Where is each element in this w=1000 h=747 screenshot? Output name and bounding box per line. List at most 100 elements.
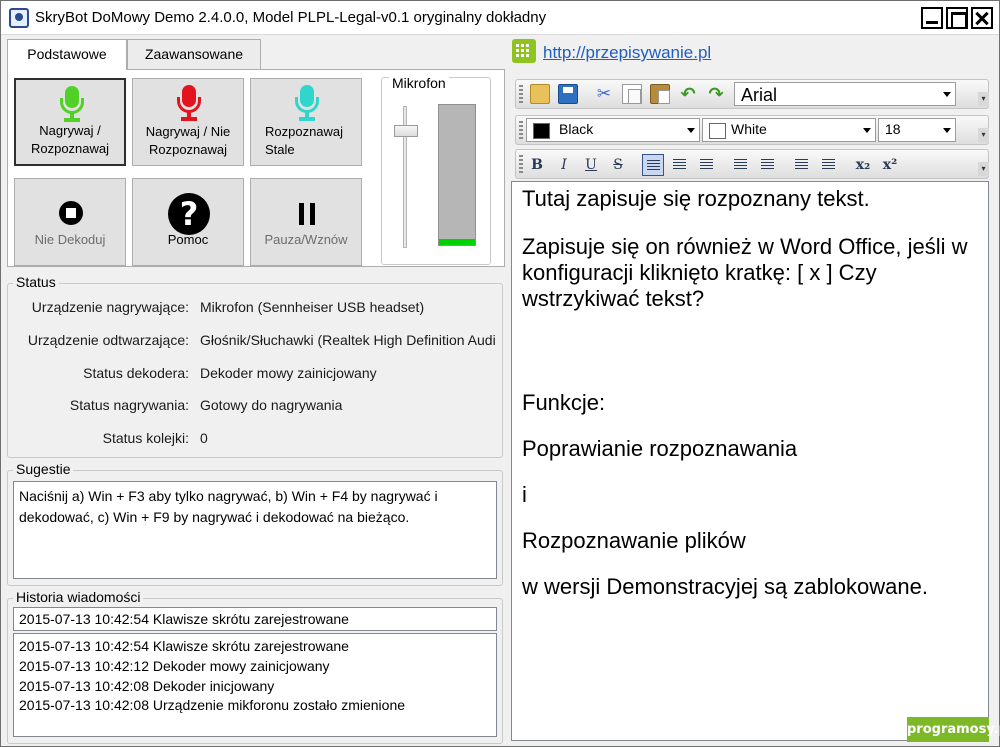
- watermark-badge: programosy.pl: [907, 717, 1000, 742]
- record-recognize-button[interactable]: Nagrywaj / Rozpoznawaj: [14, 78, 126, 166]
- bullet-list-icon: [734, 159, 747, 170]
- open-icon[interactable]: [530, 84, 550, 104]
- align-right-button[interactable]: [696, 154, 718, 176]
- website-icon: [512, 39, 536, 63]
- strikethrough-button[interactable]: S: [607, 154, 629, 176]
- playback-device-label: Urządzenie odtwarzające:: [27, 332, 189, 348]
- toolbar-overflow-icon[interactable]: ▾: [978, 162, 989, 176]
- recording-device-value: Mikrofon (Sennheiser USB headset): [200, 299, 425, 315]
- list-item[interactable]: 2015-07-13 10:42:54 Klawisze skrótu zare…: [19, 637, 491, 657]
- status-group-title: Status: [13, 274, 59, 290]
- history-latest-field[interactable]: 2015-07-13 10:42:54 Klawisze skrótu zare…: [13, 607, 497, 631]
- recognized-text-editor[interactable]: Tutaj zapisuje się rozpoznany tekst. Zap…: [511, 181, 989, 741]
- record-no-recognize-button[interactable]: Nagrywaj / Nie Rozpoznawaj: [132, 78, 244, 166]
- cut-icon[interactable]: ✂: [594, 84, 614, 104]
- save-icon[interactable]: [558, 84, 578, 104]
- chevron-down-icon: [943, 128, 951, 133]
- toolbar-grip[interactable]: [519, 121, 523, 141]
- decoder-status-value: Dekoder mowy zainicjowany: [200, 365, 377, 381]
- align-center-button[interactable]: [669, 154, 691, 176]
- recognize-continuous-button[interactable]: Rozpoznawaj Stale: [250, 78, 362, 166]
- pause-resume-label: Pauza/Wznów: [264, 232, 348, 247]
- suggestions-group-title: Sugestie: [13, 461, 74, 477]
- maximize-button[interactable]: [946, 7, 968, 29]
- toolbar-grip[interactable]: [519, 85, 523, 105]
- history-list[interactable]: 2015-07-13 10:42:54 Klawisze skrótu zare…: [13, 633, 497, 737]
- chevron-down-icon: [943, 92, 951, 97]
- numbered-list-button[interactable]: [757, 154, 779, 176]
- toolbar-edit: ✂ ↶ ↷ Arial ▾: [515, 79, 989, 109]
- editor-paragraph: [522, 334, 978, 360]
- minimize-button[interactable]: [921, 7, 943, 29]
- toolbar-format: B I U S x₂ x² ▾: [515, 149, 989, 179]
- indent-icon: [822, 159, 835, 170]
- list-item[interactable]: 2015-07-13 10:42:08 Urządzenie mikforonu…: [19, 696, 491, 716]
- chevron-down-icon: [687, 128, 695, 133]
- microphone-level-meter: [438, 104, 476, 246]
- italic-button[interactable]: I: [553, 154, 575, 176]
- back-color-select[interactable]: White: [702, 118, 876, 142]
- paste-icon[interactable]: [650, 84, 670, 104]
- fore-color-select[interactable]: Black: [526, 118, 700, 142]
- superscript-button[interactable]: x²: [879, 154, 901, 176]
- suggestions-text: Naciśnij a) Win + F3 aby tylko nagrywać,…: [13, 481, 497, 579]
- toolbar-grip[interactable]: [519, 155, 523, 175]
- recognize-continuous-label: Rozpoznawaj Stale: [265, 124, 344, 157]
- help-label: Pomoc: [167, 232, 209, 247]
- help-button[interactable]: ? Pomoc: [132, 178, 244, 266]
- chevron-down-icon: [863, 128, 871, 133]
- queue-status-value: 0: [200, 430, 208, 446]
- close-button[interactable]: [971, 7, 993, 29]
- editor-paragraph: Funkcje:: [522, 390, 606, 415]
- window-title: SkryBot DoMowy Demo 2.4.0.0, Model PLPL-…: [35, 9, 547, 26]
- align-left-button[interactable]: [642, 154, 664, 176]
- pause-resume-button[interactable]: Pauza/Wznów: [250, 178, 362, 266]
- decrease-indent-button[interactable]: [791, 154, 813, 176]
- title-bar: SkryBot DoMowy Demo 2.4.0.0, Model PLPL-…: [1, 1, 999, 35]
- subscript-button[interactable]: x₂: [852, 154, 874, 176]
- help-icon: ?: [168, 193, 210, 235]
- font-size-select[interactable]: 18: [878, 118, 956, 142]
- record-recognize-label: Nagrywaj / Rozpoznawaj: [30, 123, 110, 156]
- fore-color-value: Black: [559, 121, 594, 137]
- toolbar-overflow-icon[interactable]: ▾: [978, 128, 989, 142]
- no-decode-label: Nie Dekoduj: [34, 232, 106, 247]
- back-color-value: White: [731, 121, 767, 137]
- list-item[interactable]: 2015-07-13 10:42:08 Dekoder inicjowany: [19, 677, 491, 697]
- microphone-group-title: Mikrofon: [389, 75, 449, 91]
- toolbar-overflow-icon[interactable]: ▾: [978, 92, 989, 106]
- undo-icon[interactable]: ↶: [678, 84, 698, 104]
- no-decode-button[interactable]: Nie Dekoduj: [14, 178, 126, 266]
- align-center-icon: [673, 159, 686, 170]
- tab-zaawansowane[interactable]: Zaawansowane: [127, 39, 261, 69]
- stop-icon: [59, 201, 83, 225]
- redo-icon[interactable]: ↷: [706, 84, 726, 104]
- back-color-swatch: [709, 123, 726, 139]
- bold-button[interactable]: B: [526, 154, 548, 176]
- tab-podstawowe[interactable]: Podstawowe: [7, 39, 127, 70]
- recording-device-label: Urządzenie nagrywające:: [31, 299, 189, 315]
- editor-paragraph: w wersji Demonstracyjej są zablokowane.: [522, 574, 928, 599]
- recording-status-label: Status nagrywania:: [69, 397, 189, 413]
- numbered-list-icon: [761, 159, 774, 170]
- fore-color-swatch: [533, 123, 550, 139]
- recording-status-value: Gotowy do nagrywania: [200, 397, 343, 413]
- underline-button[interactable]: U: [580, 154, 602, 176]
- microphone-volume-thumb[interactable]: [394, 125, 418, 137]
- editor-paragraph: Poprawianie rozpoznawania: [522, 436, 798, 461]
- list-item[interactable]: 2015-07-13 10:42:12 Dekoder mowy zainicj…: [19, 657, 491, 677]
- editor-paragraph: Tutaj zapisuje się rozpoznany tekst.: [522, 186, 870, 211]
- bullet-list-button[interactable]: [730, 154, 752, 176]
- editor-paragraph: Rozpoznawanie plików: [522, 528, 746, 553]
- playback-device-value: Głośnik/Słuchawki (Realtek High Definiti…: [200, 332, 496, 348]
- app-logo-icon: [9, 8, 29, 28]
- editor-paragraph: Zapisuje się on również w Word Office, j…: [522, 234, 968, 311]
- copy-icon[interactable]: [622, 84, 642, 104]
- record-no-recognize-label: Nagrywaj / Nie Rozpoznawaj: [145, 124, 231, 157]
- microphone-cyan-icon: [295, 85, 319, 123]
- font-family-select[interactable]: Arial: [734, 82, 956, 106]
- increase-indent-button[interactable]: [818, 154, 840, 176]
- website-link[interactable]: http://przepisywanie.pl: [543, 43, 711, 63]
- align-right-icon: [700, 159, 713, 170]
- queue-status-label: Status kolejki:: [102, 430, 189, 446]
